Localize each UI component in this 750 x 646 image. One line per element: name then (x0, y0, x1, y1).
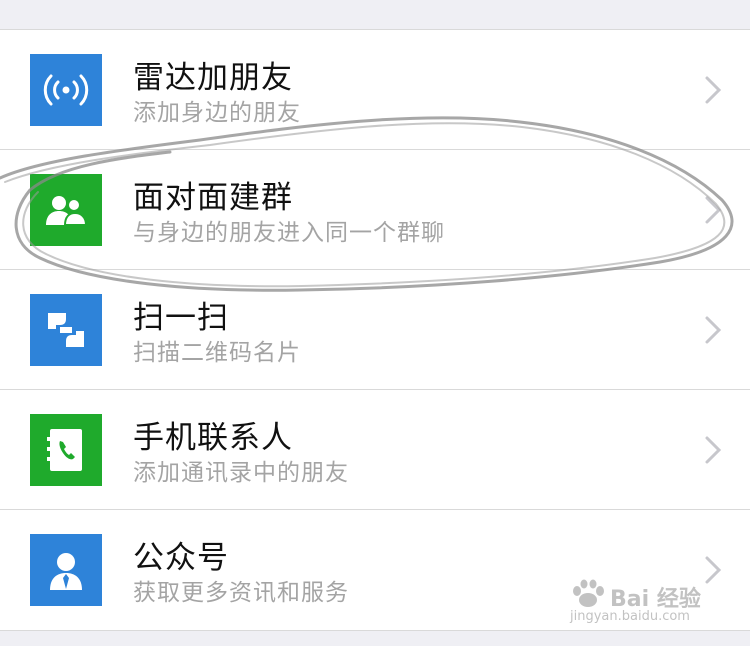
item-subtitle: 扫描二维码名片 (133, 340, 301, 366)
item-title: 扫一扫 (133, 300, 229, 336)
item-title: 雷达加朋友 (133, 60, 293, 96)
item-subtitle: 添加通讯录中的朋友 (133, 460, 349, 486)
phone-contacts-icon (30, 414, 102, 486)
watermark-url: jingyan.baidu.com (570, 609, 690, 624)
item-title: 面对面建群 (133, 180, 293, 216)
item-subtitle: 与身边的朋友进入同一个群聊 (133, 220, 445, 246)
bottom-spacer (0, 631, 750, 646)
chevron-right-icon (705, 316, 722, 344)
official-account-icon (30, 534, 102, 606)
item-subtitle: 添加身边的朋友 (133, 100, 301, 126)
paw-logo-icon (573, 579, 604, 607)
item-title: 手机联系人 (133, 420, 293, 456)
list-item-radar[interactable]: 雷达加朋友 添加身边的朋友 (0, 30, 750, 150)
list-item-scan[interactable]: 扫一扫 扫描二维码名片 (0, 270, 750, 390)
group-icon (30, 174, 102, 246)
baidu-jingyan-watermark: Bai 经验 jingyan.baidu.com (570, 579, 710, 627)
item-subtitle: 获取更多资讯和服务 (133, 580, 349, 606)
chevron-right-icon (705, 76, 722, 104)
list-item-face-to-face-group[interactable]: 面对面建群 与身边的朋友进入同一个群聊 (0, 150, 750, 270)
item-title: 公众号 (133, 540, 229, 576)
scan-icon (30, 294, 102, 366)
list-item-phone-contacts[interactable]: 手机联系人 添加通讯录中的朋友 (0, 390, 750, 510)
top-spacer (0, 0, 750, 30)
chevron-right-icon (705, 436, 722, 464)
radar-icon (30, 54, 102, 126)
chevron-right-icon (705, 196, 722, 224)
add-friends-list: 雷达加朋友 添加身边的朋友 面对面建群 与身边的朋友进入同一个群聊 扫一扫 扫描… (0, 30, 750, 631)
